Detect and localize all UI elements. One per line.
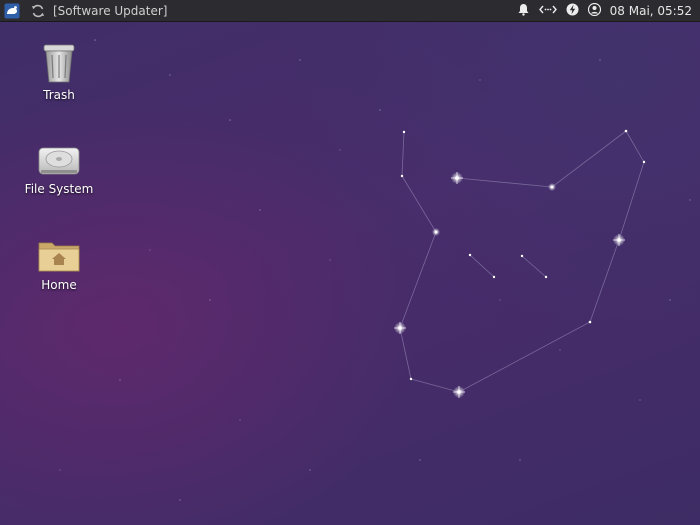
user-icon[interactable] [587, 2, 601, 19]
taskbar-item-software-updater[interactable]: [Software Updater] [31, 4, 167, 18]
desktop-icon-label: Home [41, 278, 77, 292]
applications-menu-button[interactable] [1, 0, 23, 22]
notifications-icon[interactable] [517, 3, 530, 19]
clock[interactable]: 08 Mai, 05:52 [610, 4, 692, 18]
power-icon[interactable] [566, 3, 579, 19]
wallpaper-constellation [59, 39, 691, 501]
xfce-mouse-icon [4, 3, 20, 18]
desktop-icon-label: File System [24, 182, 94, 196]
refresh-icon [32, 4, 44, 17]
taskbar-item-label: [Software Updater] [53, 3, 168, 18]
network-icon[interactable] [538, 3, 557, 19]
home-folder-icon [38, 242, 80, 272]
top-panel: [Software Updater] 08 Mai, 05:52 [0, 0, 700, 22]
harddisk-icon [38, 147, 80, 175]
trash-icon [43, 44, 75, 83]
desktop-icon-trash[interactable]: Trash [14, 42, 104, 102]
desktop-icon-file-system[interactable]: File System [14, 142, 104, 196]
desktop-icon-label: Trash [43, 88, 75, 102]
desktop-icon-home[interactable]: Home [14, 238, 104, 292]
